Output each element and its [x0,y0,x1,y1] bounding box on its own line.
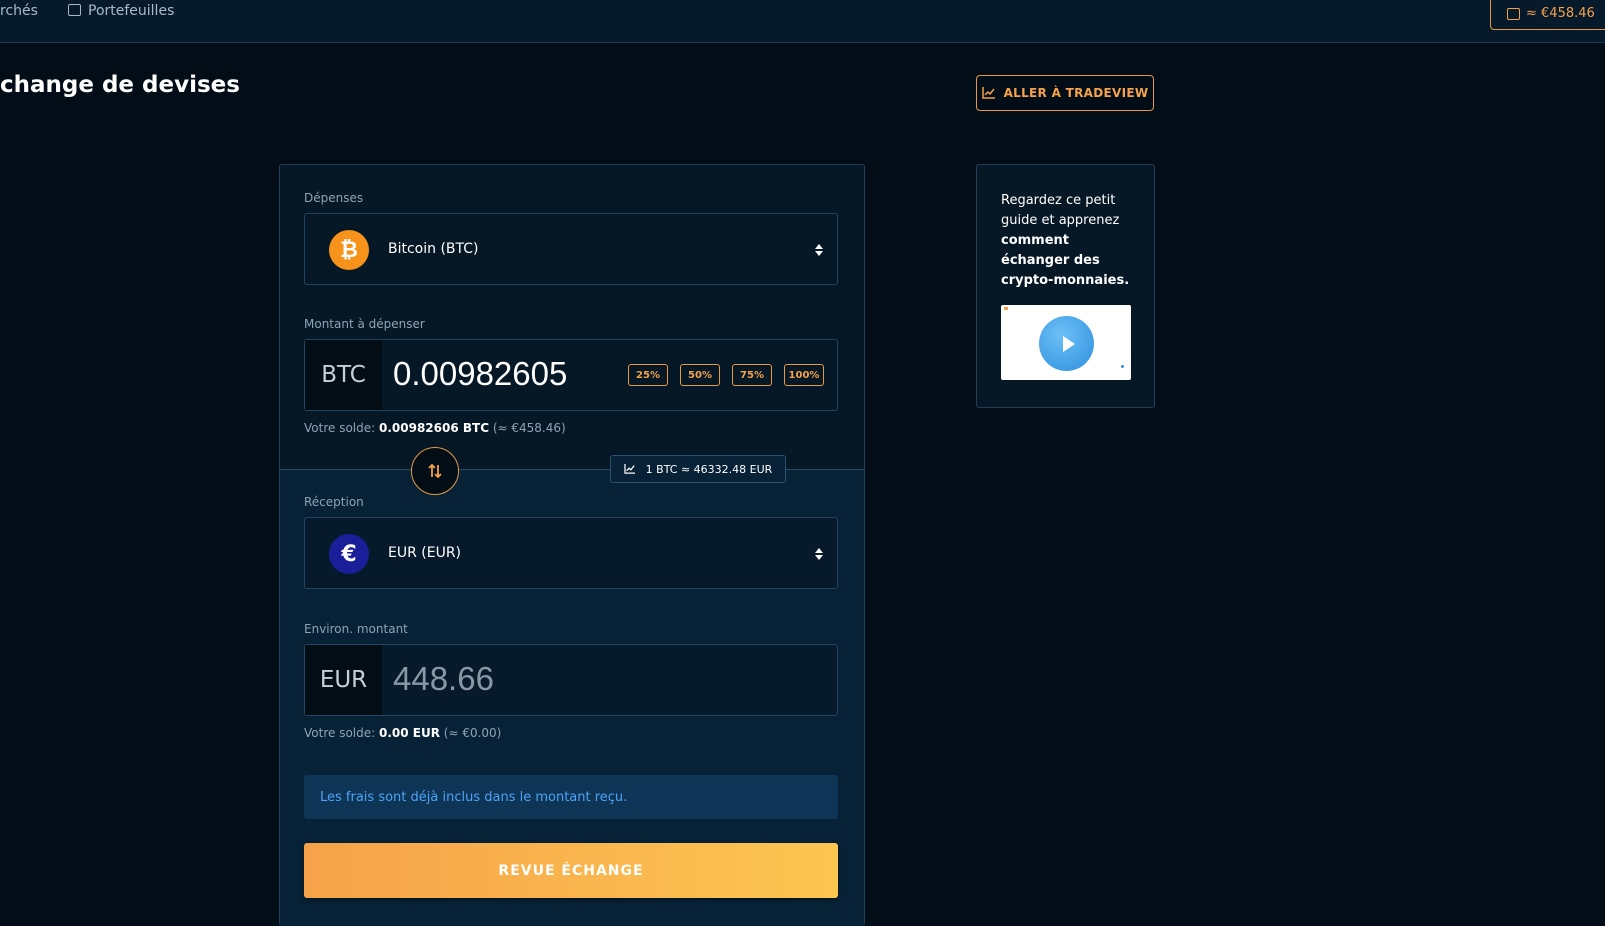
receive-currency-select[interactable]: € EUR (EUR) [304,517,838,589]
amount-receive-label: Environ. montant [304,622,408,636]
sort-icon [815,244,823,256]
percent-100-button[interactable]: 100% [784,364,824,386]
chart-line-icon [624,464,635,474]
chart-line-icon [981,87,995,99]
bitcoin-icon: ₿ [329,230,369,270]
amount-spend-label: Montant à dépenser [304,317,425,331]
amount-receive-value: 448.66 [393,660,494,697]
receive-currency-value: EUR (EUR) [388,545,462,561]
wallet-icon [68,4,81,16]
spend-currency-code: BTC [305,340,382,410]
spend-balance: Votre solde: 0.00982606 BTC (≈ €458.46) [304,421,566,435]
top-navigation: rchés Portefeuilles ≈ €458.46 [0,0,1605,43]
play-icon[interactable] [1039,316,1094,371]
wallet-icon [1507,7,1520,20]
tradeview-label: ALLER À TRADEVIEW [1003,86,1149,100]
fees-info-note: Les frais sont déjà inclus dans le monta… [304,775,838,819]
receive-currency-code: EUR [305,645,382,715]
nav-wallets-label: Portefeuilles [88,3,175,19]
spend-currency-select[interactable]: ₿ Bitcoin (BTC) [304,213,838,285]
sort-icon [815,548,823,560]
thumbnail-decoration [1004,307,1008,310]
amount-receive-field[interactable]: EUR 448.66 [304,644,838,716]
exchange-card: Dépenses ₿ Bitcoin (BTC) Montant à dépen… [279,164,865,926]
receive-label: Réception [304,495,364,509]
tradeview-button[interactable]: ALLER À TRADEVIEW [976,75,1154,111]
percent-75-button[interactable]: 75% [732,364,772,386]
percent-50-button[interactable]: 50% [680,364,720,386]
wallet-balance-value: ≈ €458.46 [1526,6,1595,21]
swap-arrows-icon [428,463,442,479]
amount-spend-field[interactable]: BTC 0.00982605 25% 50% 75% 100% [304,339,838,411]
wallet-balance-button[interactable]: ≈ €458.46 [1490,0,1605,30]
exchange-rate-text: 1 BTC ≈ 46332.48 EUR [645,462,773,476]
spend-label: Dépenses [304,191,364,205]
exchange-rate-badge: 1 BTC ≈ 46332.48 EUR [610,455,786,483]
spend-currency-value: Bitcoin (BTC) [388,241,479,257]
thumbnail-decoration [1121,365,1124,368]
review-exchange-button[interactable]: REVUE ÉCHANGE [304,843,838,898]
guide-card: Regardez ce petit guide et apprenez comm… [976,164,1155,408]
amount-spend-input[interactable]: 0.00982605 [393,355,567,393]
nav-wallets[interactable]: Portefeuilles [68,3,174,19]
euro-icon: € [329,534,369,574]
percent-25-button[interactable]: 25% [628,364,668,386]
guide-video-thumbnail[interactable] [1001,305,1131,380]
swap-button[interactable] [411,447,459,495]
receive-balance: Votre solde: 0.00 EUR (≈ €0.00) [304,726,502,740]
guide-text: Regardez ce petit guide et apprenez comm… [1001,193,1130,288]
nav-markets[interactable]: rchés [0,3,38,19]
page-title: change de devises [0,72,240,98]
